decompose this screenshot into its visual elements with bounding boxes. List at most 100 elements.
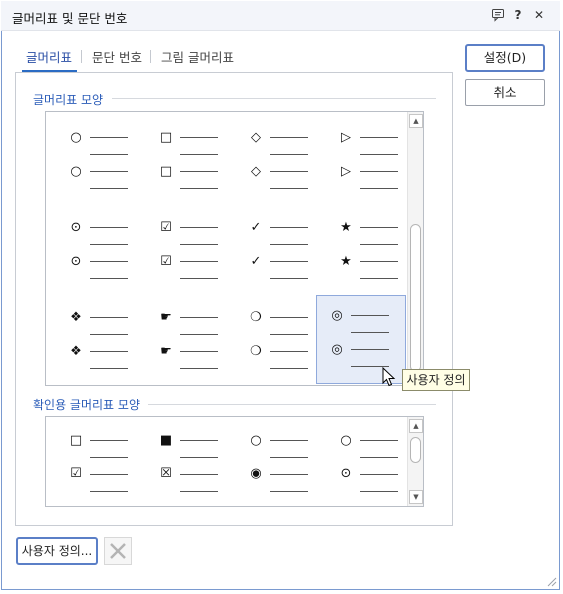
help-icon[interactable]: ? xyxy=(509,6,527,24)
resize-grip-icon[interactable] xyxy=(545,575,557,587)
bullet-line xyxy=(270,154,308,155)
delete-button xyxy=(104,537,132,565)
tab-paragraph-numbers[interactable]: 문단 번호 xyxy=(92,47,142,66)
bullet-line xyxy=(90,244,128,245)
bullet-shape-cell[interactable]: ✓ ✓ xyxy=(236,207,326,297)
bullet-line xyxy=(90,351,128,352)
star-icon: ★ xyxy=(340,254,352,269)
checkbox-icon: ☑ xyxy=(70,466,82,481)
bullet-line xyxy=(90,188,128,189)
bullet-shape-cell[interactable]: ▷ ▷ xyxy=(326,117,416,207)
checked-box-icon: ☑ xyxy=(160,254,172,269)
check-bullet-shapes-title: 확인용 글머리표 모양 xyxy=(33,398,140,412)
bullet-line xyxy=(180,491,218,492)
bullet-line xyxy=(90,278,128,279)
star-icon: ★ xyxy=(340,220,352,235)
bullet-line xyxy=(351,332,389,333)
square-icon: □ xyxy=(159,130,173,145)
bullseye-icon: ◎ xyxy=(331,308,343,323)
scroll-down-icon[interactable]: ▼ xyxy=(409,490,423,504)
pointing-hand-icon: ☛ xyxy=(160,310,172,325)
bullet-line xyxy=(270,334,308,335)
check-icon: ✓ xyxy=(250,254,262,269)
close-icon[interactable]: ✕ xyxy=(530,6,548,24)
bullet-line xyxy=(90,317,128,318)
tab-bullets[interactable]: 글머리표 xyxy=(26,47,72,66)
scroll-up-icon[interactable]: ▲ xyxy=(409,419,423,433)
bullet-shape-cell[interactable]: ◇ ◇ xyxy=(236,117,326,207)
pointing-hand-icon: ☛ xyxy=(160,344,172,359)
scroll-up-icon[interactable]: ▲ xyxy=(409,114,423,128)
bullet-line xyxy=(90,154,128,155)
check-bullet-shape-cell[interactable]: □ ☑ xyxy=(56,421,146,506)
bullet-line xyxy=(351,315,389,316)
check-bullet-shape-cell[interactable]: ○ ◉ xyxy=(236,421,326,506)
circle-icon: ○ xyxy=(70,130,82,145)
bullet-line xyxy=(351,349,389,350)
bullet-line xyxy=(180,317,218,318)
bullet-shape-cell[interactable]: ○ ○ xyxy=(56,117,146,207)
bullet-line xyxy=(180,261,218,262)
bullet-line xyxy=(90,227,128,228)
diamond-icon: ◇ xyxy=(251,164,261,179)
bullet-line xyxy=(90,457,128,458)
bullet-line xyxy=(270,188,308,189)
scroll-thumb[interactable] xyxy=(410,224,421,372)
bullet-line xyxy=(90,334,128,335)
triangle-icon: ▷ xyxy=(341,164,351,179)
check-bullet-shape-cell[interactable]: ○ ⊙ xyxy=(326,421,416,506)
bullet-line xyxy=(180,334,218,335)
bullet-line xyxy=(180,154,218,155)
bullet-line xyxy=(180,137,218,138)
bullet-shape-grid: ◎ ◎ ❍ ❍ ☛ ☛ ❖ ❖ ★ ★ ✓ ✓ ☑ ☑ ⊙ ⊙ ▷ ▷ ◇ ◇ □ □ ○ ○ ▲ xyxy=(45,111,424,386)
ok-button[interactable]: 설정(D) xyxy=(465,44,545,72)
shadow-checkbox-icon: ■ xyxy=(159,433,173,448)
bullet-line xyxy=(180,188,218,189)
bullet-line xyxy=(270,457,308,458)
tab-picture-bullets[interactable]: 그림 글머리표 xyxy=(161,47,234,66)
bullet-shape-cell[interactable]: ★ ★ xyxy=(326,207,416,297)
section-divider xyxy=(112,98,436,99)
bullet-line xyxy=(90,474,128,475)
bullet-line xyxy=(90,171,128,172)
bullet-line xyxy=(180,171,218,172)
check-grid-scrollbar[interactable]: ▲ ▼ xyxy=(407,417,423,506)
check-bullet-shape-cell[interactable]: ■ ☒ xyxy=(146,421,236,506)
bullet-grid-scrollbar[interactable]: ▲ xyxy=(407,112,423,385)
bullet-line xyxy=(180,440,218,441)
mouse-cursor-icon xyxy=(382,367,396,387)
bullet-shape-cell[interactable]: ⊙ ⊙ xyxy=(56,207,146,297)
bullet-shape-cell[interactable]: ☑ ☑ xyxy=(146,207,236,297)
radio-icon: ○ xyxy=(250,433,262,448)
bullet-line xyxy=(360,491,398,492)
delete-icon xyxy=(110,543,126,559)
bullet-line xyxy=(270,278,308,279)
bullet-shape-cell[interactable]: ❍ ❍ xyxy=(236,297,326,385)
window-title: 글머리표 및 문단 번호 xyxy=(12,11,128,26)
bullet-line xyxy=(180,457,218,458)
bullet-line xyxy=(270,317,308,318)
cancel-button[interactable]: 취소 xyxy=(465,79,545,106)
shadow-checkbox-icon: ☒ xyxy=(160,466,172,481)
square-icon: □ xyxy=(159,164,173,179)
bullet-shape-cell[interactable]: □ □ xyxy=(146,117,236,207)
bullet-shape-cell[interactable]: ☛ ☛ xyxy=(146,297,236,385)
bullet-line xyxy=(270,171,308,172)
bullet-line xyxy=(180,278,218,279)
bullet-line xyxy=(180,244,218,245)
comment-icon[interactable] xyxy=(489,6,507,24)
bullet-line xyxy=(180,474,218,475)
bold-radio-icon: ⊙ xyxy=(340,466,352,481)
bold-radio-icon: ○ xyxy=(340,433,352,448)
bullet-line xyxy=(360,137,398,138)
check-icon: ✓ xyxy=(250,220,262,235)
custom-button[interactable]: 사용자 정의... xyxy=(16,537,98,565)
check-bullet-shape-grid: ○ ⊙ ○ ◉ ■ ☒ □ ☑ ▲ ▼ xyxy=(45,416,424,507)
scroll-thumb[interactable] xyxy=(410,437,421,463)
tab-separator xyxy=(81,50,82,63)
bullet-shape-cell[interactable]: ❖ ❖ xyxy=(56,297,146,385)
bullet-line xyxy=(270,440,308,441)
section-divider xyxy=(148,404,436,405)
triangle-icon: ▷ xyxy=(341,130,351,145)
radio-icon: ◉ xyxy=(250,466,262,481)
